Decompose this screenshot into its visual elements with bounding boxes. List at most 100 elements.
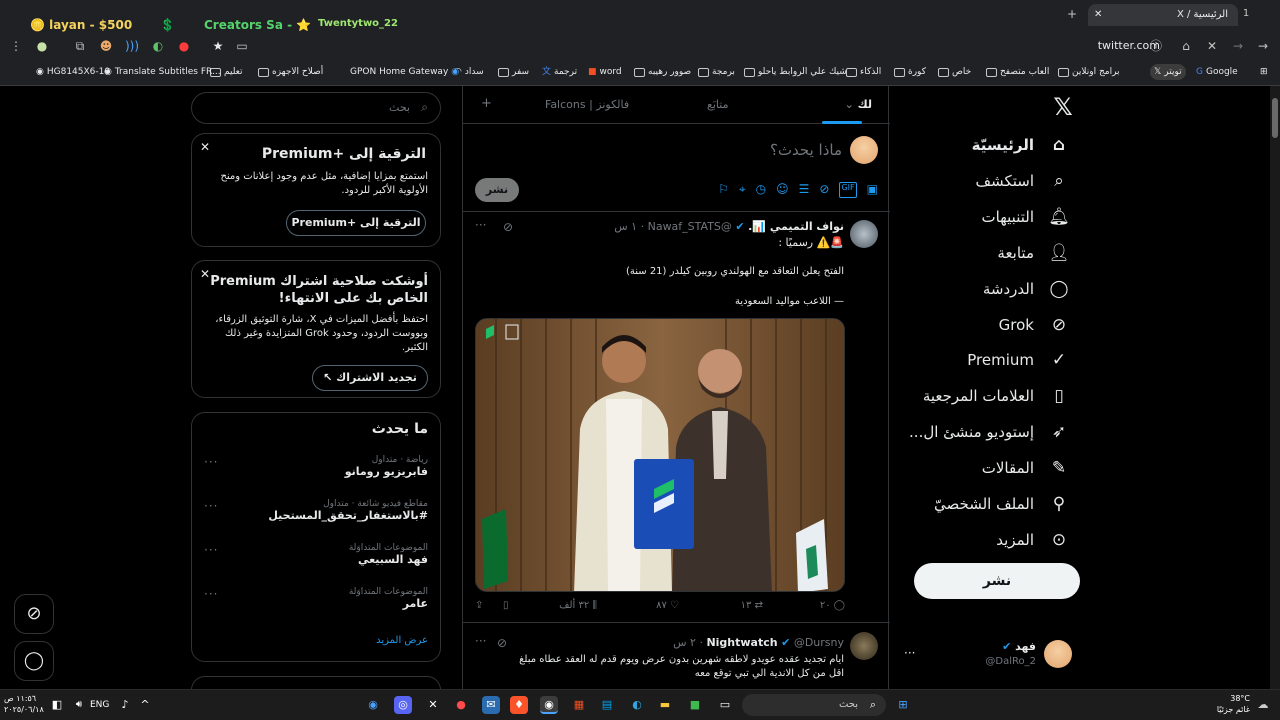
microphone-icon[interactable]: ♪ [116, 696, 134, 714]
bookmark-item[interactable]: GPON Home Gateway ◉ [350, 64, 459, 80]
trend-more-icon[interactable]: ··· [204, 543, 218, 557]
weather-widget[interactable]: 38°C غائم جزئيًا [1210, 693, 1250, 715]
mail-icon[interactable]: ✉ [482, 696, 500, 714]
poll-icon[interactable]: ☰ [799, 182, 810, 198]
site-info-icon[interactable]: ⓘ [1148, 38, 1164, 54]
app-icon[interactable]: ■ [686, 696, 704, 714]
extensions-icon[interactable]: ⧉ [72, 38, 88, 54]
tweet-author-name[interactable]: Nightwatch [706, 636, 777, 649]
nav-more[interactable]: ⊙ المزيد [996, 526, 1070, 554]
trend-item[interactable]: رياضة · متداول فابريزيو رومانو [345, 455, 428, 478]
extension-chip-layan[interactable]: 🪙 layan - $500 [30, 14, 132, 36]
location-icon[interactable]: ⌖ [739, 182, 746, 198]
address-bar[interactable]: twitter.com [1070, 38, 1160, 54]
nav-explore[interactable]: ⌕ استكشف [976, 167, 1070, 195]
nav-notifications[interactable]: 🔔︎ التنبيهات [982, 203, 1070, 231]
bookmark-item[interactable]: ◉ HG8145X6-10 [36, 64, 110, 80]
extension-chip-creators[interactable]: Creators Sa - ⭐ [204, 14, 311, 36]
x-logo-icon[interactable]: 𝕏 [1050, 94, 1076, 120]
account-more-icon[interactable]: ··· [904, 646, 915, 660]
like-button[interactable]: ♡ ٨٧ [656, 600, 679, 611]
bookmark-item[interactable]: برامج اونلاين [1058, 64, 1120, 80]
volume-icon[interactable]: 🔊︎ [70, 696, 88, 714]
stop-icon[interactable]: ✕ [1204, 38, 1220, 54]
tweet-time[interactable]: ٢ س [673, 636, 696, 649]
bookmark-item[interactable]: 𝕏 تويتر [1150, 64, 1186, 80]
extension-red-icon[interactable]: ● [176, 38, 192, 54]
task-view-icon[interactable]: ▭ [716, 696, 734, 714]
trend-item[interactable]: مقاطع فيديو شائعة · متداول #بالاستغفار_ت… [268, 499, 428, 522]
page-scrollbar[interactable] [1270, 86, 1280, 689]
composer-input[interactable]: ماذا يحدث؟ [770, 141, 842, 159]
nav-home[interactable]: ⌂ الرئيسيّة [972, 131, 1070, 159]
new-tab-button[interactable]: + [1064, 6, 1080, 22]
share-icon[interactable]: ⇪ [475, 600, 483, 611]
trend-more-icon[interactable]: ··· [204, 499, 218, 513]
repost-button[interactable]: ⇄ ١٣ [741, 600, 763, 611]
extension-face-icon[interactable]: ☻ [98, 38, 114, 54]
trend-more-icon[interactable]: ··· [204, 587, 218, 601]
trend-item[interactable]: الموضوعات المتداوَلة فهد السبيعي [349, 543, 428, 566]
search-input[interactable]: ⌕ بحث [191, 92, 441, 124]
bookmark-star-icon[interactable]: ★ [210, 38, 226, 54]
bookmark-item[interactable]: G Google [1196, 64, 1238, 80]
extension-chip-twentytwo[interactable]: Twentytwo_22 [318, 13, 398, 35]
nav-bookmarks[interactable]: ▯ العلامات المرجعية [923, 382, 1070, 410]
forward-icon[interactable]: → [1230, 38, 1246, 54]
nav-grok[interactable]: ⊘ Grok [999, 311, 1070, 339]
bookmark-item[interactable]: صوور رهيبه [634, 64, 691, 80]
tweet-more-icon[interactable]: ··· [475, 218, 486, 232]
apps-grid-icon[interactable]: ⊞ [1260, 64, 1268, 80]
nav-chat[interactable]: ◯ الدردشة [983, 275, 1070, 303]
renew-subscription-button[interactable]: تجديد الاشتراك ↖ [312, 365, 428, 391]
close-icon[interactable]: ✕ [200, 140, 210, 154]
profile-avatar-icon[interactable]: ● [34, 38, 50, 54]
tweet-author-name[interactable]: نواف التميمي 📊. [748, 220, 844, 233]
nav-profile[interactable]: ⚲ الملف الشخصيّ [934, 490, 1070, 518]
nav-articles[interactable]: ✎ المقالات [982, 454, 1070, 482]
tab-counter[interactable]: 1 [1238, 6, 1254, 22]
tab-falcons[interactable]: Falcons | فالكونز [545, 98, 629, 111]
show-more-link[interactable]: عرض المزيد [376, 635, 428, 646]
xbox-icon[interactable]: ✕ [424, 696, 442, 714]
cast-icon[interactable]: ▭ [234, 38, 250, 54]
sidebar-post-button[interactable]: نشر [914, 563, 1080, 599]
image-icon[interactable]: ▣ [867, 182, 878, 198]
start-menu-icon[interactable]: ⊞ [894, 696, 912, 714]
bookmark-item[interactable]: ■ word [588, 64, 622, 80]
tweet-handle[interactable]: @Nawaf_STATS [648, 220, 732, 233]
bookmark-tweet-icon[interactable]: ▯ [503, 600, 509, 611]
reply-button[interactable]: ◯ ٢٠ [820, 600, 845, 611]
bookmark-item[interactable]: أصلاح الاجهزه [258, 64, 323, 80]
chat-floating-button[interactable]: ◯ [14, 641, 54, 681]
language-indicator[interactable]: ENG [90, 700, 109, 710]
extension-signal-icon[interactable]: ))) [124, 38, 140, 54]
nav-creator-studio[interactable]: ➶ إستوديو منشئ ال... [909, 418, 1070, 446]
nav-premium[interactable]: ✓ Premium [967, 346, 1070, 374]
bookmark-item[interactable]: برمجة [698, 64, 735, 80]
bookmark-item[interactable]: 文 ترجمة [542, 64, 577, 80]
bookmark-item[interactable]: سفر [498, 64, 529, 80]
brave-icon[interactable]: ♦ [510, 696, 528, 714]
grok-icon[interactable]: ⊘ [503, 220, 513, 234]
tweet-avatar[interactable] [850, 220, 878, 248]
composer-post-button[interactable]: نشر [475, 178, 519, 202]
tab-following[interactable]: متابَع [707, 98, 728, 111]
clock[interactable]: ١١:٥٦ ص ٢٠٢٥/٠٦/١٨ [4, 693, 44, 715]
home-browser-icon[interactable]: ⌂ [1178, 38, 1194, 54]
bookmark-item[interactable]: ◉ Translate Subtitles FR... [104, 64, 221, 80]
grok-icon[interactable]: ⊘ [497, 636, 507, 650]
tweet-time[interactable]: ١ س [614, 220, 637, 233]
dollar-icon[interactable]: 💲 [160, 14, 175, 36]
flag-icon[interactable]: ⚐ [718, 182, 729, 198]
views-button[interactable]: ⫼ ٣٢ ألف [559, 600, 597, 611]
edge-icon[interactable]: ◐ [628, 696, 646, 714]
steam-icon[interactable]: ◉ [364, 696, 382, 714]
schedule-icon[interactable]: ◷ [756, 182, 766, 198]
discord-icon[interactable]: ◎ [394, 696, 412, 714]
tweet-more-icon[interactable]: ··· [475, 634, 486, 648]
extension-leaf-icon[interactable]: ◐ [150, 38, 166, 54]
trend-item[interactable]: الموضوعات المتداوَلة عامر [349, 587, 428, 610]
tweet-avatar[interactable] [850, 632, 878, 660]
tab-for-you[interactable]: لك ⌄ [845, 98, 872, 111]
